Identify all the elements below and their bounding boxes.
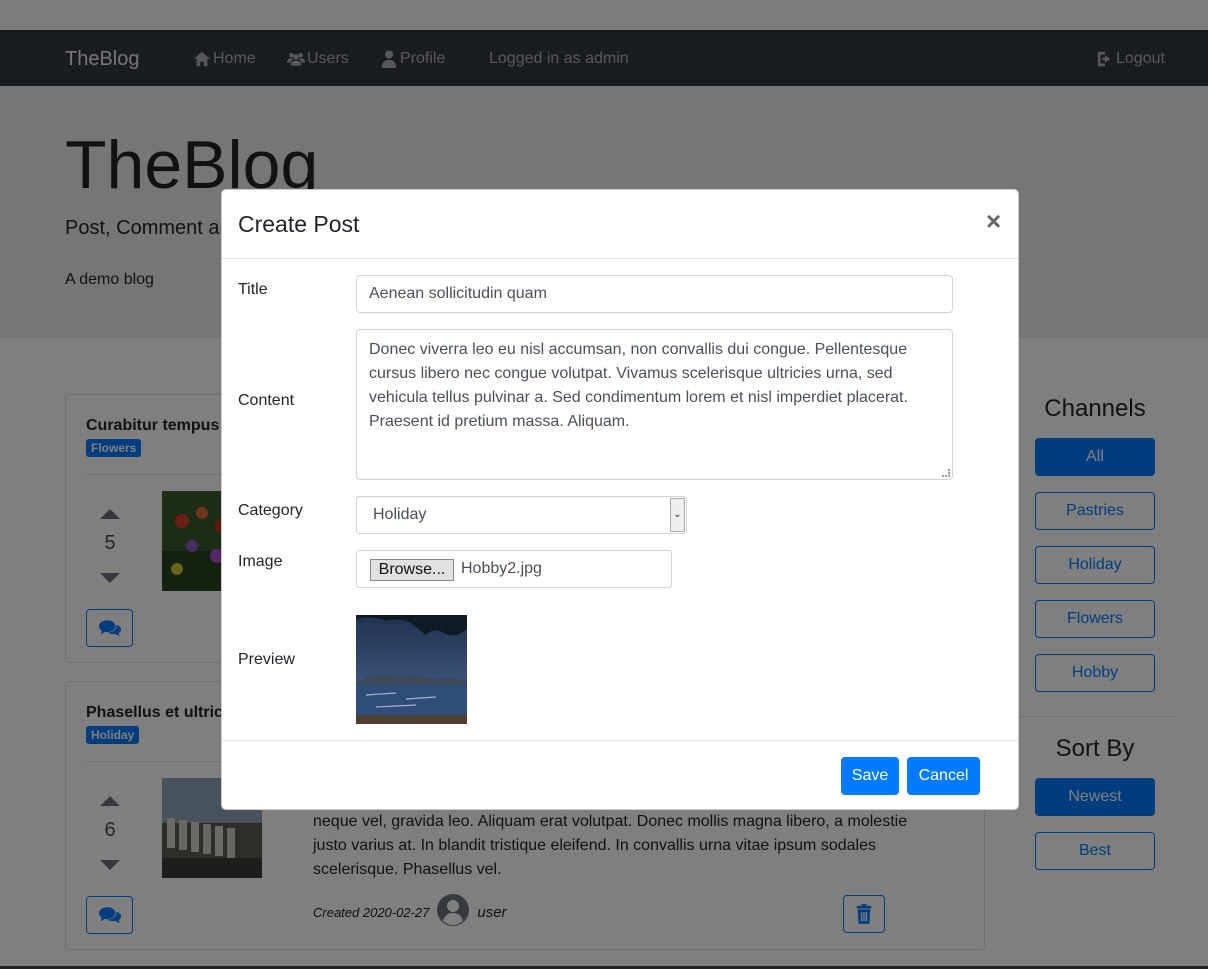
image-preview	[356, 615, 467, 724]
browse-button[interactable]: Browse...	[370, 559, 454, 581]
preview-label: Preview	[238, 651, 295, 668]
category-select[interactable]: Holiday ⌄	[356, 496, 687, 534]
category-label: Category	[238, 502, 303, 519]
title-label: Title	[238, 281, 268, 298]
cancel-button[interactable]: Cancel	[907, 757, 980, 795]
title-input[interactable]: Aenean sollicitudin quam	[356, 275, 953, 313]
category-selected-value: Holiday	[373, 506, 427, 523]
modal-footer-divider	[222, 740, 1018, 741]
save-button[interactable]: Save	[841, 757, 899, 795]
content-text: Donec viverra leo eu nisl accumsan, non …	[369, 341, 908, 430]
close-icon[interactable]: ×	[986, 206, 1001, 237]
chevron-down-icon[interactable]: ⌄	[670, 498, 685, 532]
modal-header-divider	[222, 258, 1018, 259]
resize-handle-icon[interactable]	[942, 469, 950, 477]
content-label: Content	[238, 392, 295, 409]
selected-file-name: Hobby2.jpg	[461, 560, 542, 577]
create-post-modal: Create Post × Title Aenean sollicitudin …	[221, 189, 1019, 810]
modal-title: Create Post	[238, 211, 360, 237]
image-label: Image	[238, 553, 283, 570]
content-textarea[interactable]: Donec viverra leo eu nisl accumsan, non …	[356, 329, 953, 480]
image-file-input[interactable]: Browse... Hobby2.jpg	[356, 550, 672, 588]
